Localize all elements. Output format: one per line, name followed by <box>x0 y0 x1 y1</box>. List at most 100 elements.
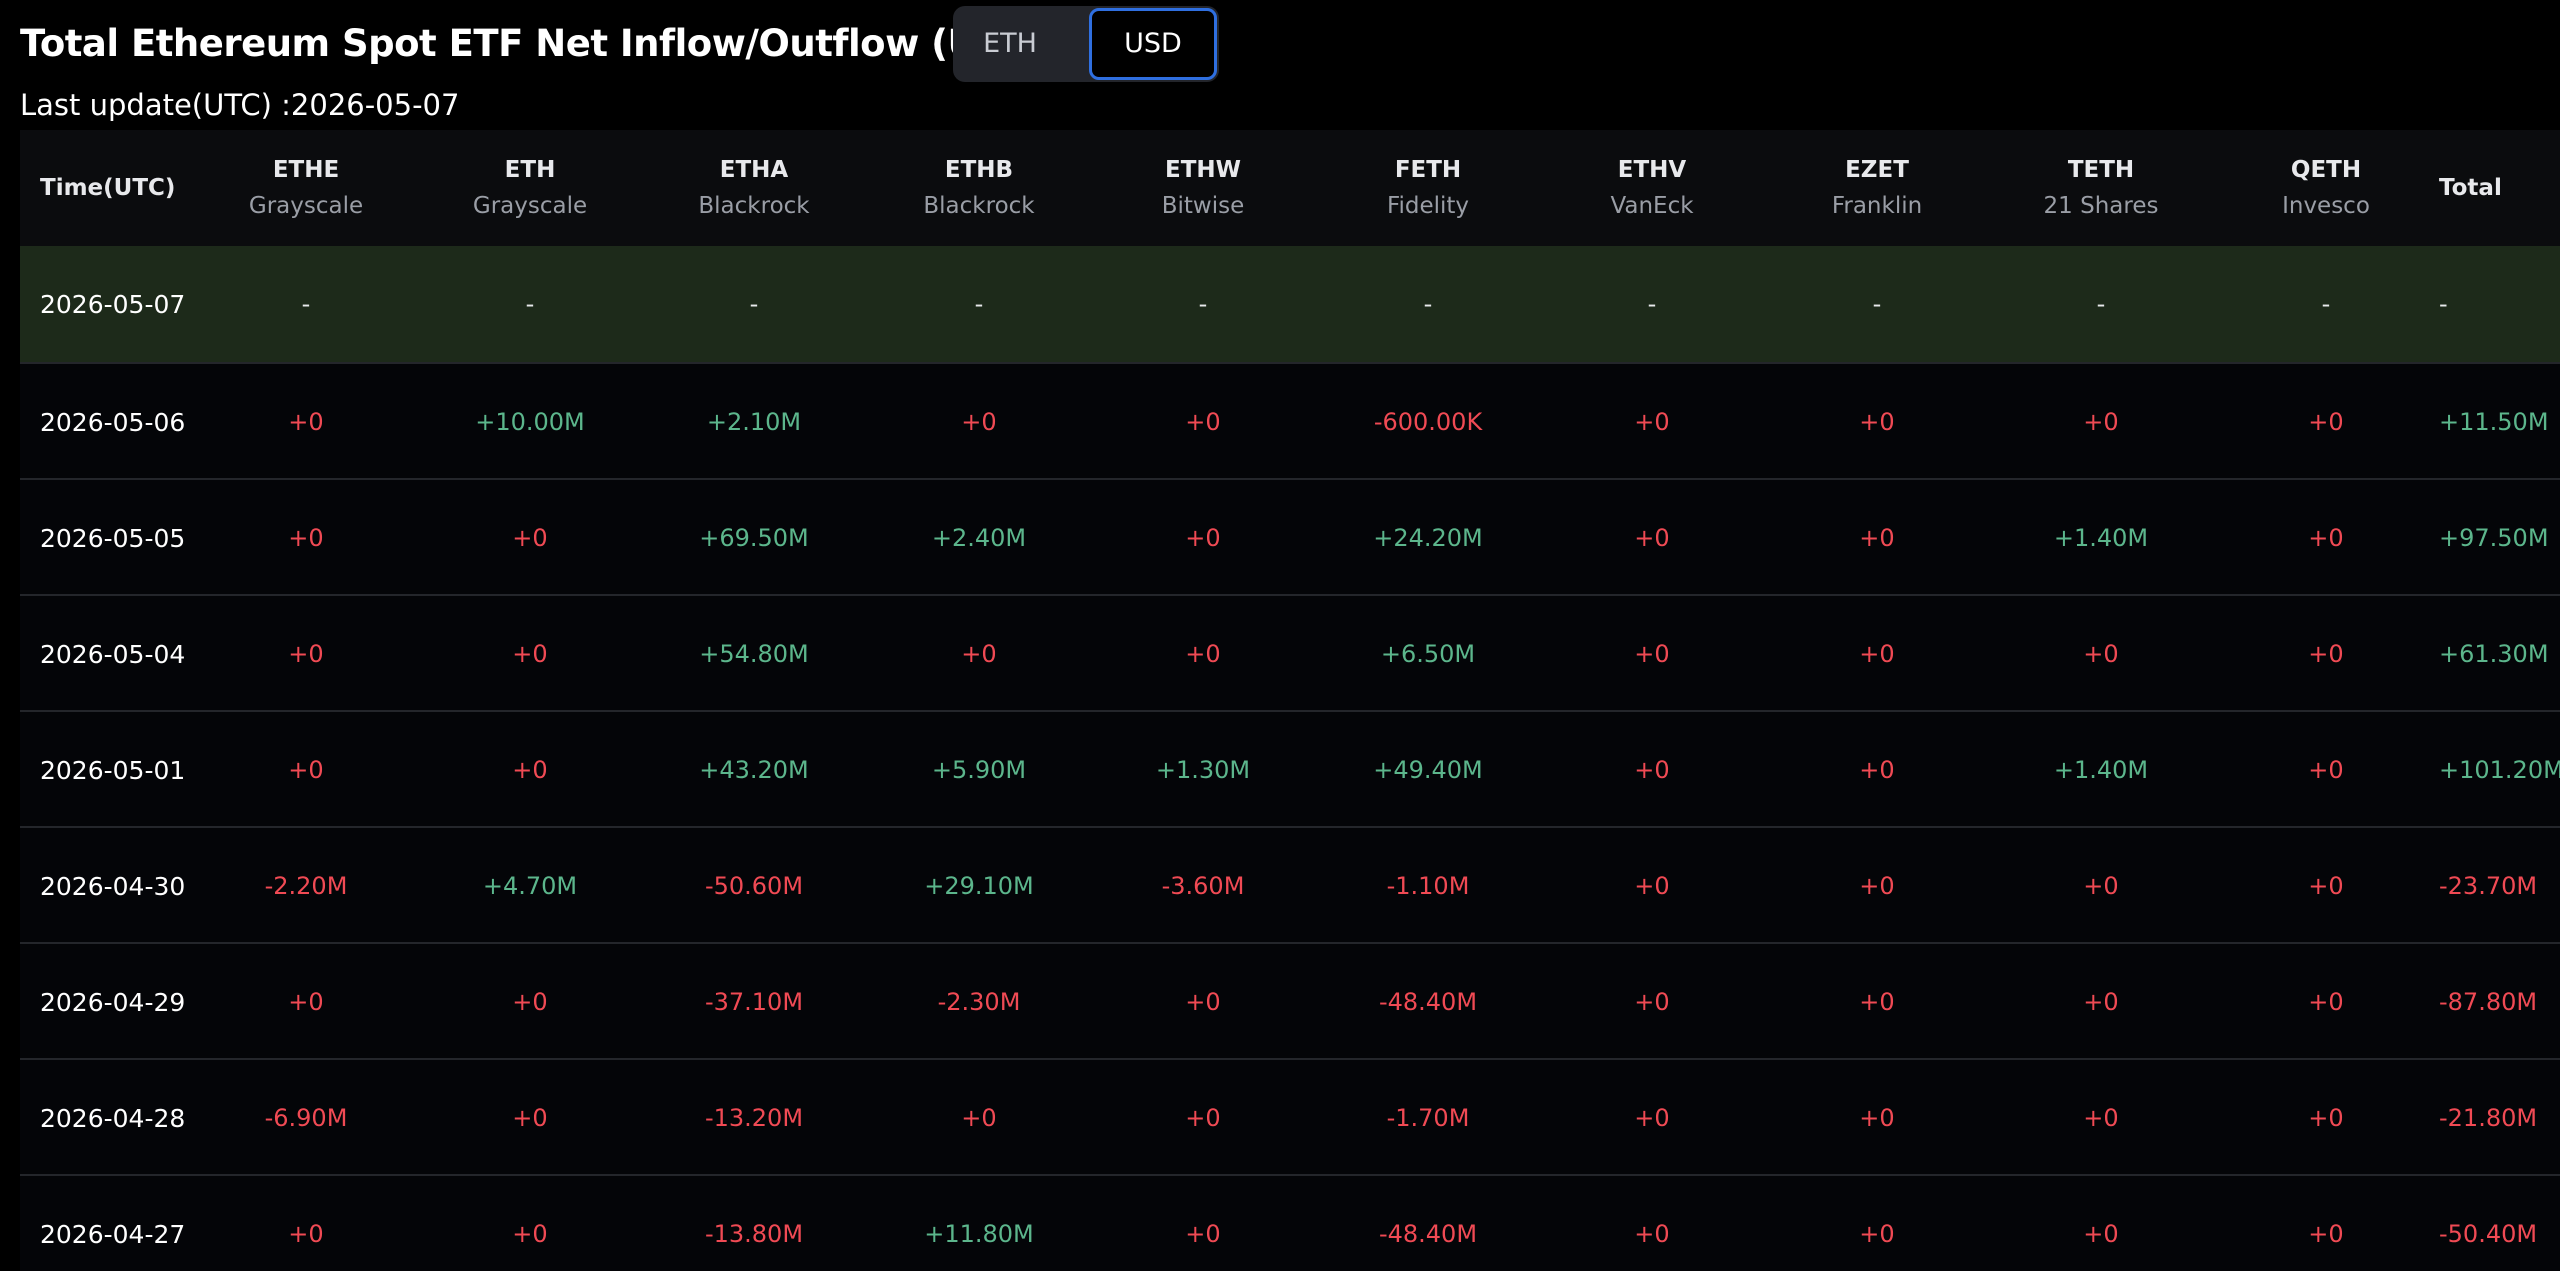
table-row: 2026-04-30 -2.20M +4.70M -50.60M +29.10M -3.6… <box>20 826 2560 942</box>
flow-value-ethv: +0 <box>1634 988 1670 1016</box>
eth-toggle-button[interactable]: ETH <box>957 10 1063 78</box>
table-row: 2026-04-28 -6.90M +0 -13.20M +0 +0 -1.70M +0 +0 +… <box>20 1058 2560 1174</box>
flow-value-ethv: +0 <box>1634 1220 1670 1248</box>
flow-value-qeth: +0 <box>2308 1104 2344 1132</box>
flow-value-ethb: +0 <box>961 1104 997 1132</box>
column-header-ethb: ETHB Blackrock <box>869 130 1089 246</box>
column-issuer: Grayscale <box>472 193 588 219</box>
flow-value-feth: +6.50M <box>1380 640 1476 668</box>
flow-value-qeth: - <box>2321 290 2331 318</box>
column-ticker: EZET <box>1845 157 1909 183</box>
flow-value-ethb: +11.80M <box>924 1220 1034 1248</box>
column-issuer: VanEck <box>1610 193 1694 219</box>
flow-value-feth: +49.40M <box>1373 756 1483 784</box>
row-date: 2026-04-28 <box>40 1103 186 1133</box>
flow-value-etha: -37.10M <box>704 988 804 1016</box>
flow-value-ethw: +0 <box>1185 988 1221 1016</box>
flow-value-ethb: - <box>974 290 984 318</box>
flow-value-ethb: +0 <box>961 640 997 668</box>
row-date: 2026-05-04 <box>40 639 186 669</box>
column-ticker: ETHB <box>944 157 1014 183</box>
row-date: 2026-04-27 <box>40 1219 186 1249</box>
table-row: 2026-05-05 +0 +0 +69.50M +2.40M +0 +24.20M +0 +0… <box>20 478 2560 594</box>
flow-value-ethb: -2.30M <box>937 988 1021 1016</box>
flow-value-teth: +0 <box>2083 640 2119 668</box>
flow-value-ethb: +5.90M <box>931 756 1027 784</box>
flow-value-feth: +24.20M <box>1373 524 1483 552</box>
table-header-row: Time(UTC) ETHE Grayscale ETH Grayscale ETHA Bl… <box>20 130 2560 246</box>
usd-toggle-button[interactable]: USD <box>1089 8 1217 80</box>
column-header-ethe: ETHE Grayscale <box>196 130 416 246</box>
flow-value-feth: -48.40M <box>1378 1220 1478 1248</box>
flow-value-ethe: +0 <box>288 756 324 784</box>
flow-value-etha: -13.20M <box>704 1104 804 1132</box>
flow-value-etha: -50.60M <box>704 872 804 900</box>
column-issuer: Invesco <box>2282 193 2370 219</box>
row-total: +11.50M <box>2439 408 2549 436</box>
flow-value-ethw: +0 <box>1185 524 1221 552</box>
flow-value-eth: +10.00M <box>475 408 585 436</box>
column-ticker: ETHW <box>1164 157 1242 183</box>
flow-value-ethw: - <box>1198 290 1208 318</box>
column-issuer: Grayscale <box>248 193 364 219</box>
flow-value-etha: +43.20M <box>699 756 809 784</box>
column-header-qeth: QETH Invesco <box>2216 130 2436 246</box>
flow-value-etha: +69.50M <box>699 524 809 552</box>
flow-value-ethb: +0 <box>961 408 997 436</box>
row-total: -50.40M <box>2439 1220 2538 1248</box>
flow-value-ethv: +0 <box>1634 1104 1670 1132</box>
flow-value-feth: -600.00K <box>1373 408 1483 436</box>
flow-value-ezet: +0 <box>1859 524 1895 552</box>
flow-value-teth: +0 <box>2083 1104 2119 1132</box>
flow-value-ethe: -2.20M <box>264 872 348 900</box>
flow-value-teth: +1.40M <box>2053 756 2149 784</box>
page-title: Total Ethereum Spot ETF Net Inflow/Outfl… <box>20 22 1050 65</box>
flow-value-eth: +0 <box>512 524 548 552</box>
row-date: 2026-05-05 <box>40 523 186 553</box>
flow-value-ezet: +0 <box>1859 872 1895 900</box>
column-issuer: Fidelity <box>1386 193 1470 219</box>
flow-value-feth: - <box>1423 290 1433 318</box>
flow-value-teth: +0 <box>2083 988 2119 1016</box>
last-update-text: Last update(UTC) :2026-05-07 <box>20 88 460 122</box>
column-ticker: TETH <box>2067 157 2135 183</box>
flow-value-ethe: +0 <box>288 408 324 436</box>
flow-value-etha: +2.10M <box>706 408 802 436</box>
flow-value-ethv: +0 <box>1634 524 1670 552</box>
flow-value-feth: -48.40M <box>1378 988 1478 1016</box>
row-total: - <box>2439 290 2448 318</box>
page-header: Total Ethereum Spot ETF Net Inflow/Outfl… <box>20 0 2540 130</box>
flow-value-ethe: +0 <box>288 640 324 668</box>
flow-value-qeth: +0 <box>2308 756 2344 784</box>
flow-value-ethv: +0 <box>1634 408 1670 436</box>
row-date: 2026-04-30 <box>40 871 186 901</box>
column-header-etha: ETHA Blackrock <box>644 130 864 246</box>
time-column-header: Time(UTC) <box>40 175 176 201</box>
flow-value-teth: - <box>2096 290 2106 318</box>
flow-value-etha: - <box>749 290 759 318</box>
table-row: 2026-04-27 +0 +0 -13.80M +11.80M +0 -48.40M +0 +… <box>20 1174 2560 1271</box>
flow-value-ethw: -3.60M <box>1161 872 1245 900</box>
column-issuer: Blackrock <box>923 193 1035 219</box>
flow-value-ethe: +0 <box>288 988 324 1016</box>
column-ticker: FETH <box>1394 157 1462 183</box>
flow-value-ethw: +0 <box>1185 408 1221 436</box>
flow-value-qeth: +0 <box>2308 988 2344 1016</box>
flow-value-ethw: +0 <box>1185 1220 1221 1248</box>
row-total: +101.20M <box>2439 756 2560 784</box>
column-header-eth: ETH Grayscale <box>420 130 640 246</box>
table-row: 2026-04-29 +0 +0 -37.10M -2.30M +0 -48.40M +0 +0… <box>20 942 2560 1058</box>
column-issuer: Bitwise <box>1161 193 1245 219</box>
column-ticker: ETHA <box>719 157 789 183</box>
column-ticker: ETHE <box>272 157 340 183</box>
flow-value-qeth: +0 <box>2308 1220 2344 1248</box>
flow-value-ezet: +0 <box>1859 1220 1895 1248</box>
column-issuer: Blackrock <box>698 193 810 219</box>
total-column-header: Total <box>2439 175 2502 201</box>
column-header-ezet: EZET Franklin <box>1767 130 1987 246</box>
flow-value-ezet: +0 <box>1859 408 1895 436</box>
flow-value-ethv: - <box>1647 290 1657 318</box>
column-header-feth: FETH Fidelity <box>1318 130 1538 246</box>
flow-value-ethe: - <box>301 290 311 318</box>
row-total: -87.80M <box>2439 988 2538 1016</box>
